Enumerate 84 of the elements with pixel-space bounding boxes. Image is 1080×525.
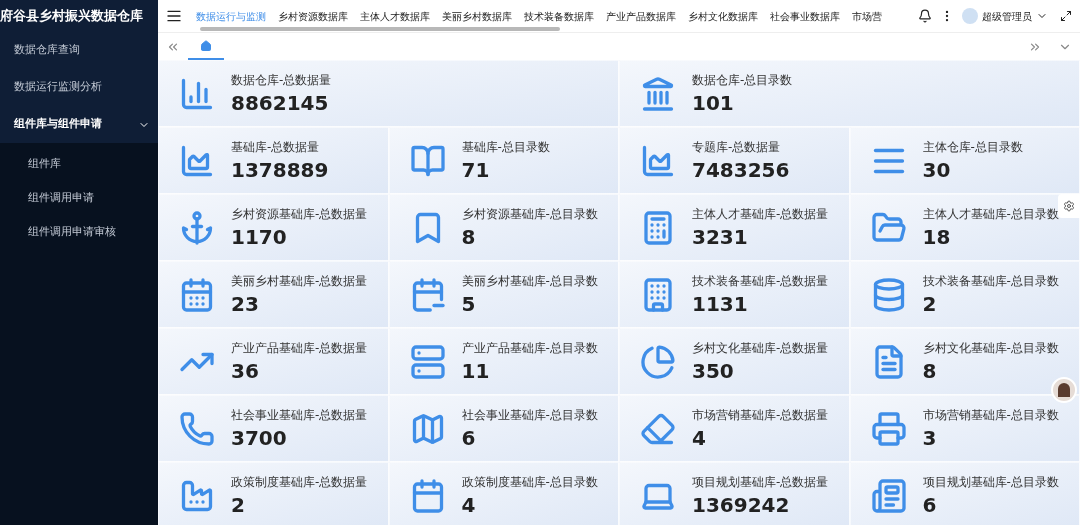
stat-label: 社会事业基础库-总目录数 — [461, 406, 598, 424]
home-icon — [200, 39, 212, 52]
stat-label: 市场营销基础库-总目录数 — [922, 406, 1059, 424]
stat-label: 产业产品基础库-总数据量 — [231, 339, 368, 357]
sidebar-subitem[interactable]: 组件库 — [0, 147, 158, 181]
stat-label: 政策制度基础库-总目录数 — [461, 473, 598, 491]
stat-value: 36 — [231, 357, 260, 385]
stat-value: 7483256 — [692, 156, 790, 184]
stat-value: 5 — [461, 290, 477, 318]
stat-value: 6 — [461, 424, 477, 452]
stat-label: 美丽乡村基础库-总数据量 — [231, 272, 368, 290]
stat-value: 3700 — [231, 424, 288, 452]
stat-label: 政策制度基础库-总数据量 — [231, 473, 368, 491]
anchor-icon — [179, 209, 215, 246]
sidebar-subitem[interactable]: 组件调用申请 — [0, 181, 158, 215]
stat-value: 1170 — [231, 223, 288, 251]
stat-value: 71 — [461, 156, 491, 184]
sidebar-subitem[interactable]: 组件调用申请审核 — [0, 215, 158, 249]
printer-icon — [870, 410, 907, 447]
stat-value: 8 — [461, 223, 477, 251]
nav-tab[interactable]: 乡村资源数据库 — [272, 8, 354, 24]
nav-tab[interactable]: 美丽乡村数据库 — [436, 8, 518, 24]
stat-label: 主体仓库-总目录数 — [922, 138, 1023, 156]
nav-tab[interactable]: 乡村文化数据库 — [682, 8, 764, 24]
app-title: 府谷县乡村振兴数据仓库 — [0, 7, 143, 26]
stat-label: 基础库-总数据量 — [231, 138, 321, 156]
stat-label: 项目规划基础库-总数据量 — [692, 473, 829, 491]
stat-label: 专题库-总数据量 — [692, 138, 782, 156]
bell-icon[interactable] — [918, 9, 932, 23]
stat-label: 产业产品基础库-总目录数 — [461, 339, 598, 357]
stat-value: 3 — [922, 424, 938, 452]
stat-value: 18 — [922, 223, 952, 251]
stat-label: 美丽乡村基础库-总目录数 — [461, 272, 598, 290]
stat-label: 乡村资源基础库-总数据量 — [231, 205, 368, 223]
sidebar-item[interactable]: 组件库与组件申请 — [0, 106, 158, 143]
settings-icon — [1063, 200, 1075, 212]
settings-button[interactable] — [1058, 194, 1080, 218]
scrollbar[interactable] — [200, 27, 560, 31]
stat-value: 6 — [922, 491, 938, 519]
stat-value: 2 — [231, 491, 246, 519]
server-icon — [409, 343, 446, 380]
stat-label: 技术装备基础库-总目录数 — [922, 272, 1059, 290]
nav-tab[interactable]: 数据运行与监测 — [190, 8, 272, 24]
stat-label: 基础库-总目录数 — [461, 138, 550, 156]
bank-icon — [640, 75, 676, 112]
stat-value: 101 — [692, 89, 735, 117]
stat-label: 项目规划基础库-总目录数 — [922, 473, 1059, 491]
nav-tab[interactable]: 社会事业数据库 — [764, 8, 846, 24]
newspaper-icon — [870, 477, 907, 514]
stat-value: 1378889 — [231, 156, 329, 184]
stat-value: 8862145 — [231, 89, 330, 117]
stat-label: 主体人才基础库-总数据量 — [692, 205, 829, 223]
stat-label: 数据仓库-总数据量 — [231, 71, 332, 89]
stat-label: 社会事业基础库-总数据量 — [231, 406, 368, 424]
stat-value: 350 — [692, 357, 735, 385]
nav-tab[interactable]: 产业产品数据库 — [600, 8, 682, 24]
stat-value: 4 — [692, 424, 707, 452]
stat-value: 4 — [461, 491, 477, 519]
stat-value: 30 — [922, 156, 952, 184]
nav-tab[interactable]: 市场营 — [846, 8, 888, 24]
sidebar-item[interactable]: 数据仓库查询 — [0, 32, 158, 69]
stat-value: 8 — [922, 357, 938, 385]
fullscreen-icon[interactable] — [1060, 10, 1072, 22]
stat-value: 23 — [231, 290, 260, 318]
stat-label: 市场营销基础库-总数据量 — [692, 406, 829, 424]
calendar-icon — [179, 276, 215, 313]
user-name[interactable]: 超级管理员 — [982, 8, 1032, 24]
sidebar-item[interactable]: 数据运行监测分析 — [0, 69, 158, 106]
stat-label: 乡村文化基础库-总目录数 — [922, 339, 1059, 357]
menu-icon[interactable] — [166, 8, 182, 24]
stat-value: 1131 — [692, 290, 749, 318]
stat-value: 1369242 — [692, 491, 791, 519]
nav-tab[interactable]: 主体人才数据库 — [354, 8, 436, 24]
phone-icon — [179, 410, 215, 447]
pie-chart-icon — [640, 343, 676, 380]
stat-label: 技术装备基础库-总数据量 — [692, 272, 829, 290]
stat-value: 11 — [461, 357, 491, 385]
nav-tab[interactable]: 技术装备数据库 — [518, 8, 600, 24]
stat-label: 主体人才基础库-总目录数 — [922, 205, 1059, 223]
stat-label: 乡村资源基础库-总目录数 — [461, 205, 598, 223]
stat-label: 乡村文化基础库-总数据量 — [692, 339, 829, 357]
stat-value: 2 — [922, 290, 938, 318]
stat-label: 数据仓库-总目录数 — [692, 71, 793, 89]
stat-value: 3231 — [692, 223, 749, 251]
